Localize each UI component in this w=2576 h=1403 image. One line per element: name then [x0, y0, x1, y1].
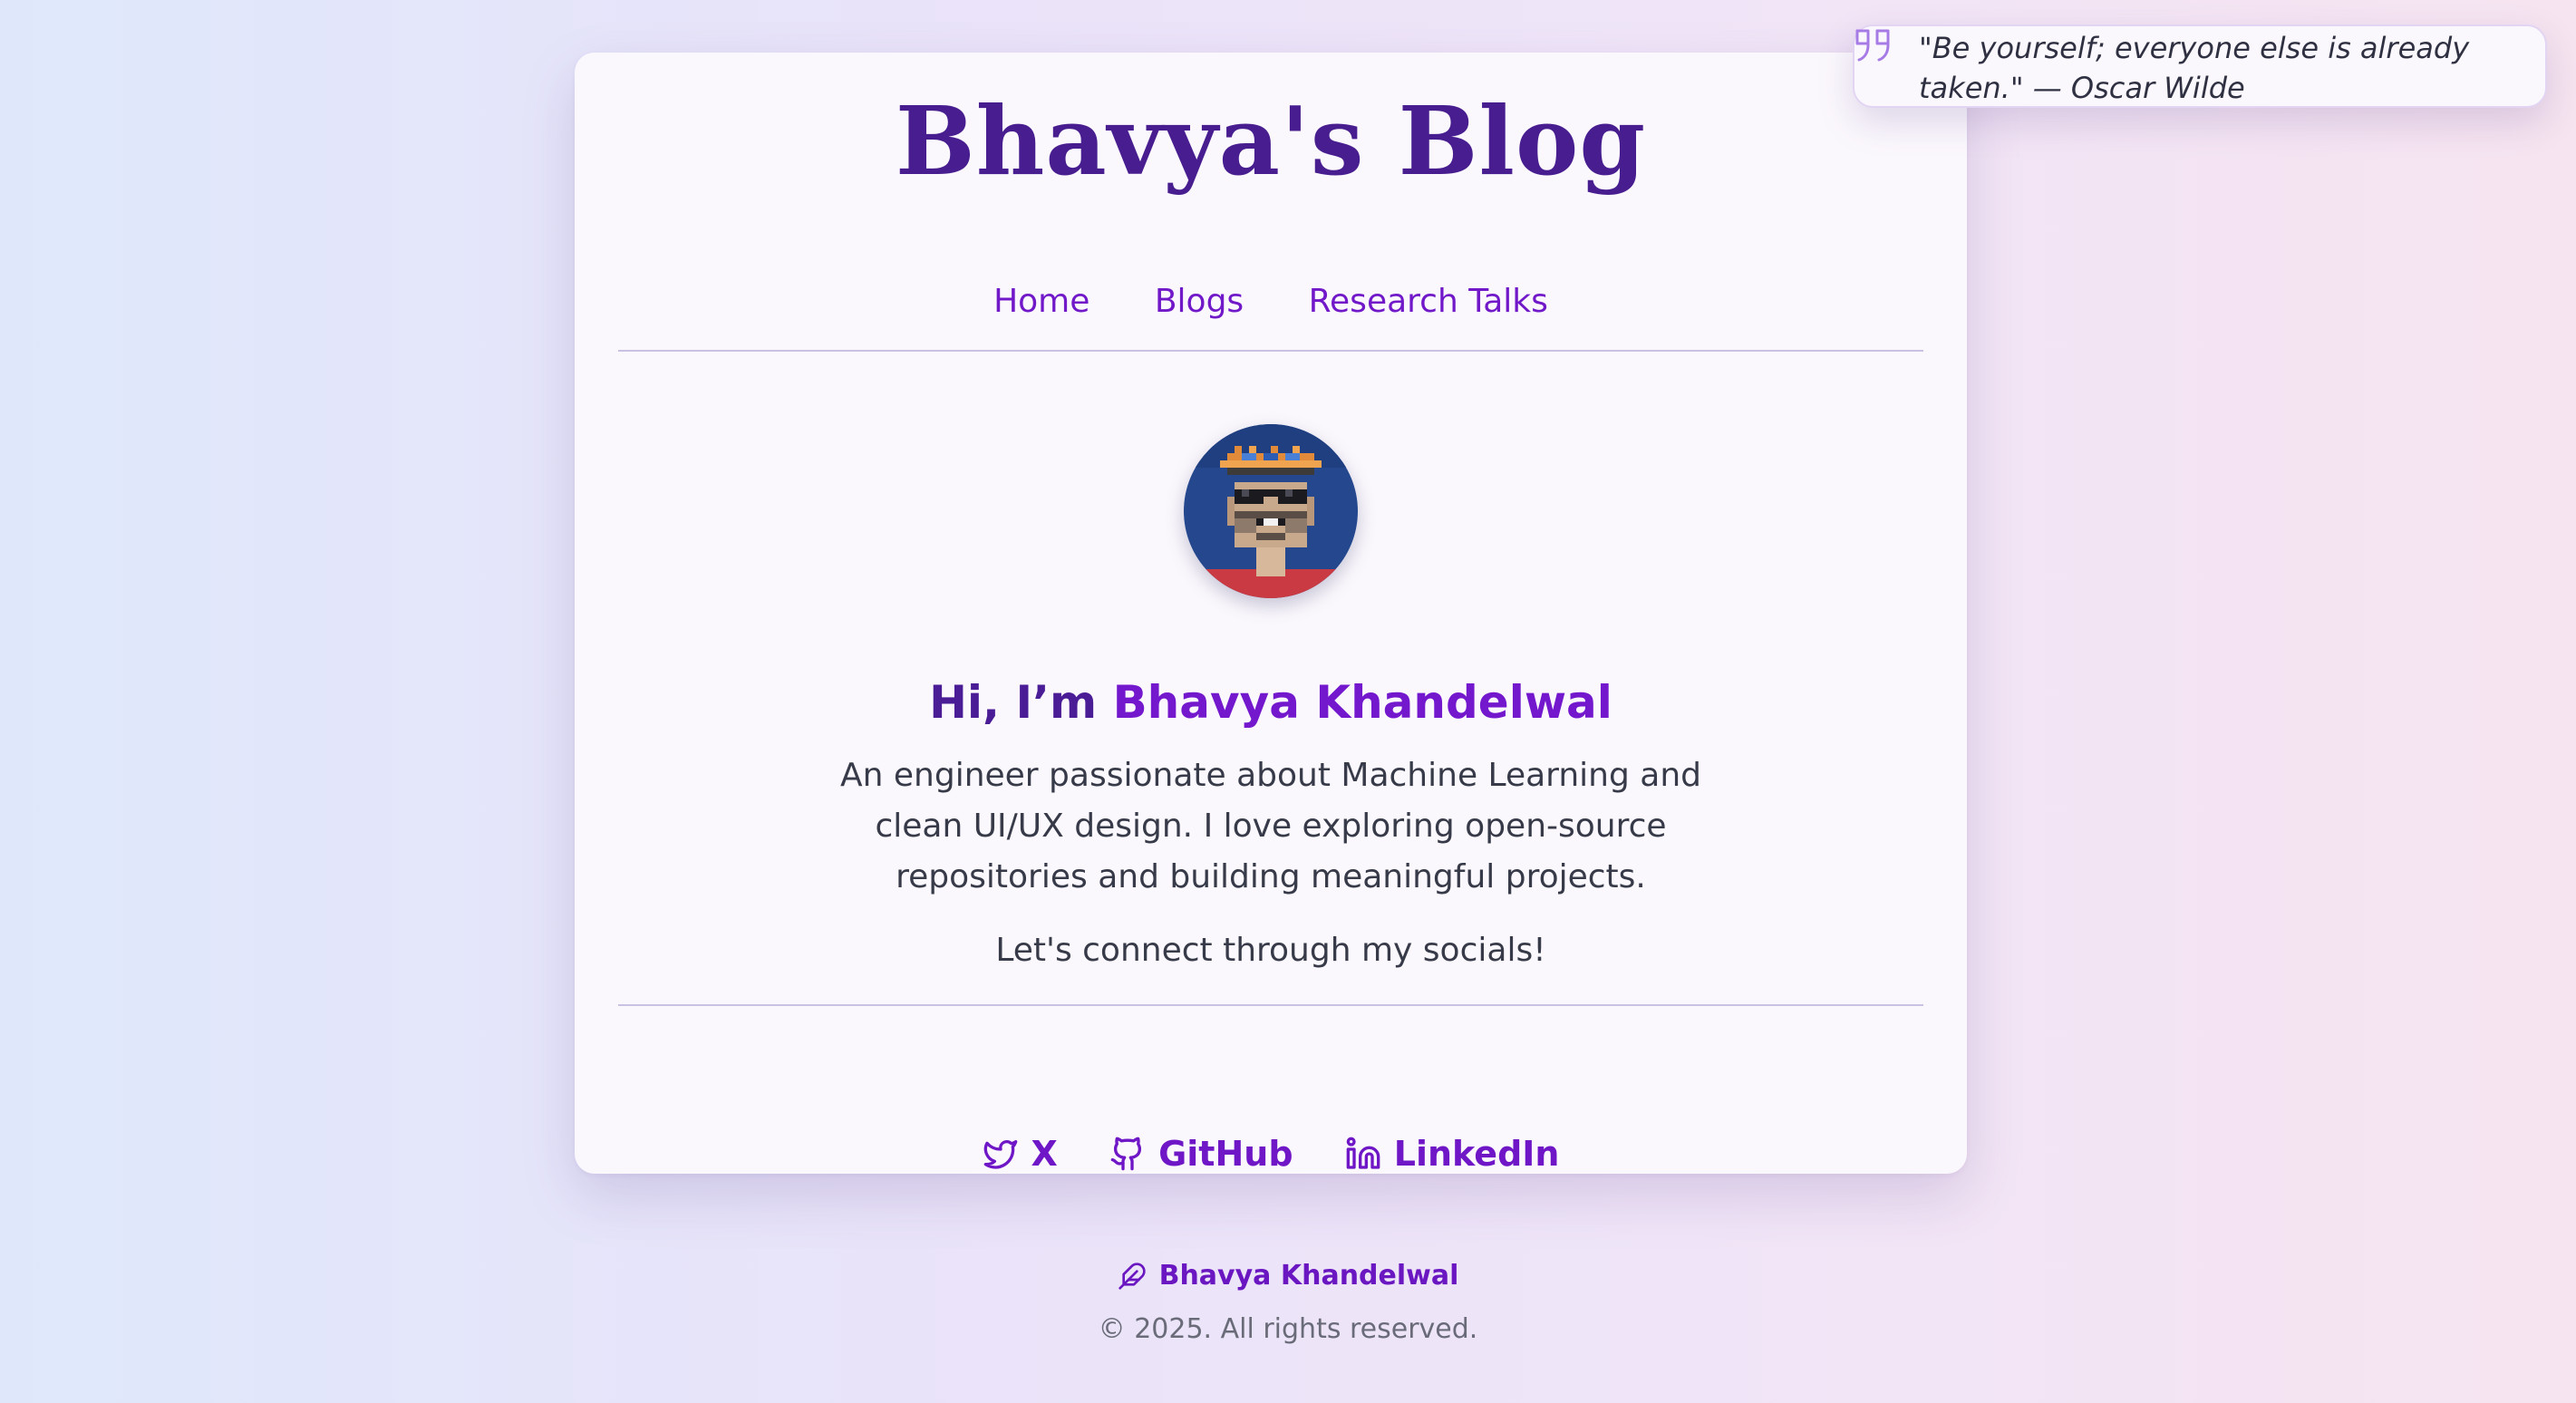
- connect-text: Let's connect through my socials!: [995, 932, 1546, 969]
- social-github-link[interactable]: GitHub: [1109, 1134, 1293, 1174]
- copyright-text: © 2025. All rights reserved.: [1098, 1313, 1478, 1345]
- greeting-prefix: Hi, I’m: [929, 676, 1113, 729]
- blog-title: Bhavya's Blog: [895, 85, 1647, 197]
- main-nav: Home Blogs Research Talks: [575, 283, 1967, 320]
- greeting-heading: Hi, I’m Bhavya Khandelwal: [575, 676, 1967, 729]
- nav-research-talks-link[interactable]: Research Talks: [1309, 283, 1548, 320]
- social-github-label: GitHub: [1158, 1133, 1293, 1174]
- footer-author-link[interactable]: Bhavya Khandelwal: [1118, 1260, 1459, 1292]
- top-divider: [618, 350, 1923, 352]
- social-linkedin-label: LinkedIn: [1393, 1133, 1560, 1174]
- social-links: X GitHub LinkedIn: [575, 1131, 1967, 1174]
- feather-icon: [1118, 1262, 1146, 1290]
- avatar: [1184, 424, 1358, 598]
- linkedin-icon: [1346, 1137, 1380, 1169]
- footer-author: Bhavya Khandelwal: [0, 1260, 2576, 1298]
- twitter-bird-icon: [983, 1139, 1017, 1169]
- social-x-link[interactable]: X: [983, 1134, 1058, 1174]
- bio-text: An engineer passionate about Machine Lea…: [839, 757, 1701, 895]
- footer-author-name: Bhavya Khandelwal: [1158, 1260, 1459, 1292]
- author-name: Bhavya Khandelwal: [1112, 676, 1612, 729]
- social-x-label: X: [1031, 1133, 1058, 1174]
- main-card: Bhavya's Blog Home Blogs Research Talks: [575, 53, 1967, 1174]
- quote-toast: "Be yourself; everyone else is already t…: [1853, 24, 2547, 108]
- nav-blogs-link[interactable]: Blogs: [1155, 283, 1244, 320]
- github-icon: [1110, 1137, 1142, 1170]
- bottom-divider: [618, 1004, 1923, 1006]
- quote-text: "Be yourself; everyone else is already t…: [1919, 31, 2470, 105]
- nav-home-link[interactable]: Home: [993, 283, 1089, 320]
- quote-icon: [1855, 29, 1890, 62]
- social-linkedin-link[interactable]: LinkedIn: [1345, 1133, 1560, 1174]
